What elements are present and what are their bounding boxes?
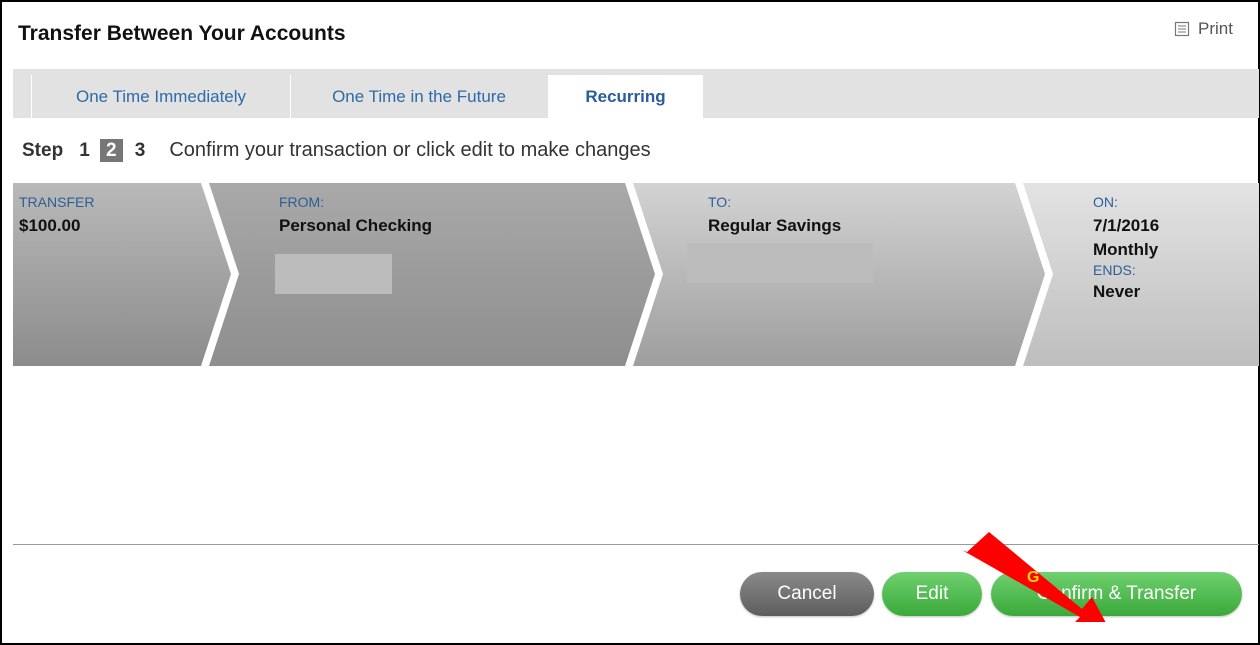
- print-button[interactable]: Print: [1174, 19, 1233, 39]
- print-icon: [1174, 21, 1190, 37]
- tab-one-time-immediately[interactable]: One Time Immediately: [31, 75, 291, 118]
- step-3: 3: [134, 139, 146, 161]
- redacted-to-details: [687, 243, 873, 283]
- cancel-button[interactable]: Cancel: [740, 572, 874, 616]
- page-title: Transfer Between Your Accounts: [18, 22, 346, 45]
- to-label: TO:: [708, 194, 732, 210]
- from-label: FROM:: [279, 194, 325, 210]
- frequency: Monthly: [1093, 240, 1159, 259]
- step-2-current: 2: [99, 139, 123, 162]
- ends-label: ENDS:: [1093, 262, 1136, 278]
- transfer-label: TRANSFER: [19, 194, 95, 210]
- step-instruction: Confirm your transaction or click edit t…: [169, 139, 651, 161]
- annotation-arrow-icon: G: [962, 532, 1106, 622]
- annotation-arrow-label: G: [1027, 569, 1039, 586]
- step-label: Step: [22, 139, 64, 161]
- tab-recurring[interactable]: Recurring: [548, 75, 703, 118]
- tab-one-time-future[interactable]: One Time in the Future: [290, 75, 549, 118]
- on-label: ON:: [1093, 194, 1118, 210]
- transfer-summary: TRANSFER $100.00 FROM: Personal Checking…: [13, 183, 1259, 366]
- transfer-amount: $100.00: [19, 216, 81, 235]
- print-label: Print: [1198, 19, 1233, 38]
- transfer-type-tabs: One Time Immediately One Time in the Fut…: [13, 69, 1259, 118]
- redacted-from-details: [275, 254, 392, 294]
- transfer-panel: Transfer Between Your Accounts Print One…: [0, 0, 1260, 645]
- to-account: Regular Savings: [708, 216, 842, 235]
- transfer-amount-cell: TRANSFER $100.00: [19, 194, 94, 238]
- summary-chevrons: [13, 183, 1259, 366]
- ends-value: Never: [1093, 282, 1141, 301]
- step-indicator: Step 1 2 3 Confirm your transaction or c…: [22, 139, 651, 162]
- schedule-cell: ON: 7/1/2016 Monthly ENDS: Never: [1093, 194, 1159, 304]
- from-account: Personal Checking: [279, 216, 433, 235]
- from-cell: FROM: Personal Checking: [279, 194, 432, 238]
- start-date: 7/1/2016: [1093, 216, 1160, 235]
- to-cell: TO: Regular Savings: [708, 194, 841, 238]
- step-1: 1: [79, 139, 90, 161]
